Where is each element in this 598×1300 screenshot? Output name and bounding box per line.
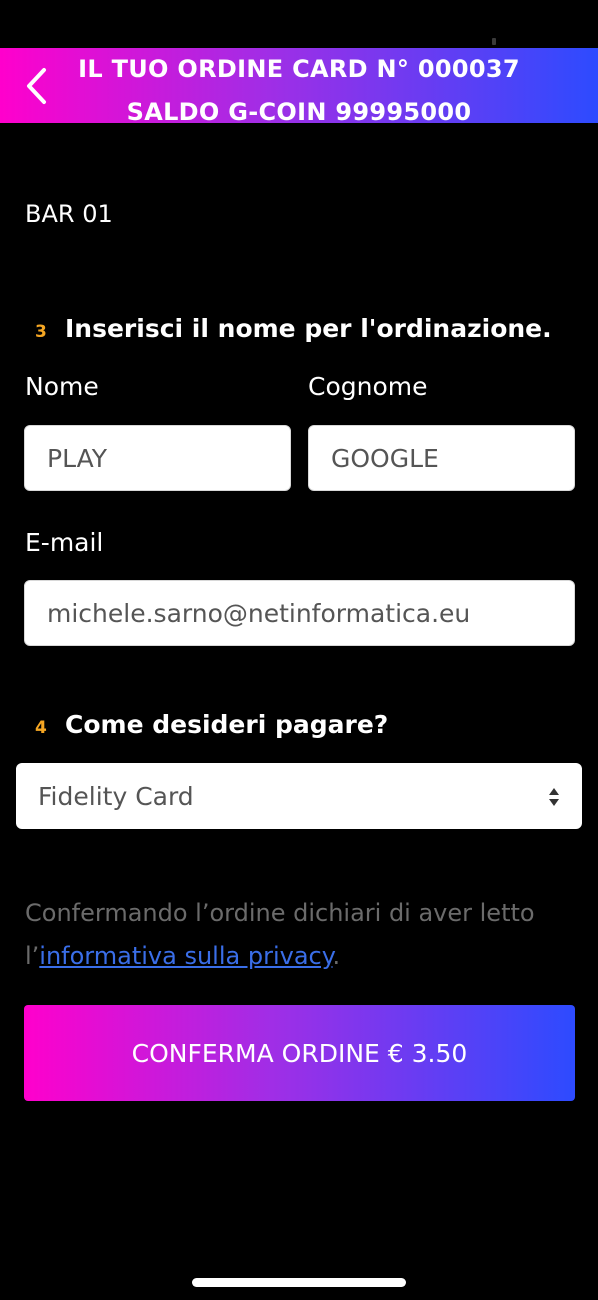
step-number: 4: [35, 718, 47, 738]
order-header: IL TUO ORDINE CARD N° 000037 SALDO G-COI…: [0, 48, 598, 126]
email-field[interactable]: michele.sarno@netinformatica.eu: [24, 580, 575, 646]
confirm-order-button[interactable]: CONFERMA ORDINE € 3.50: [24, 1005, 575, 1101]
privacy-notice: Confermando l’ordine dichiari di aver le…: [25, 892, 565, 978]
payment-section-title: 4 Come desideri pagare?: [35, 710, 388, 739]
last-name-label: Cognome: [308, 372, 428, 401]
email-label: E-mail: [25, 528, 104, 557]
select-arrows-icon: [549, 788, 559, 806]
privacy-text-end: .: [332, 942, 341, 970]
payment-method-value: Fidelity Card: [38, 781, 194, 811]
order-title: IL TUO ORDINE CARD N° 000037: [78, 55, 520, 83]
first-name-field[interactable]: PLAY: [24, 425, 291, 491]
privacy-policy-link[interactable]: informativa sulla privacy: [39, 942, 332, 970]
last-name-field[interactable]: GOOGLE: [308, 425, 575, 491]
payment-method-select[interactable]: Fidelity Card: [16, 763, 582, 829]
first-name-label: Nome: [25, 372, 99, 401]
venue-name: BAR 01: [25, 200, 113, 228]
payment-section-heading: Come desideri pagare?: [65, 710, 389, 739]
status-indicator: [492, 38, 496, 45]
step-number: 3: [35, 322, 47, 342]
name-section-title: 3 Inserisci il nome per l'ordinazione.: [35, 314, 552, 343]
coin-balance: SALDO G-COIN 99995000: [126, 98, 472, 126]
home-indicator[interactable]: [192, 1278, 406, 1287]
name-section-heading: Inserisci il nome per l'ordinazione.: [65, 314, 552, 343]
